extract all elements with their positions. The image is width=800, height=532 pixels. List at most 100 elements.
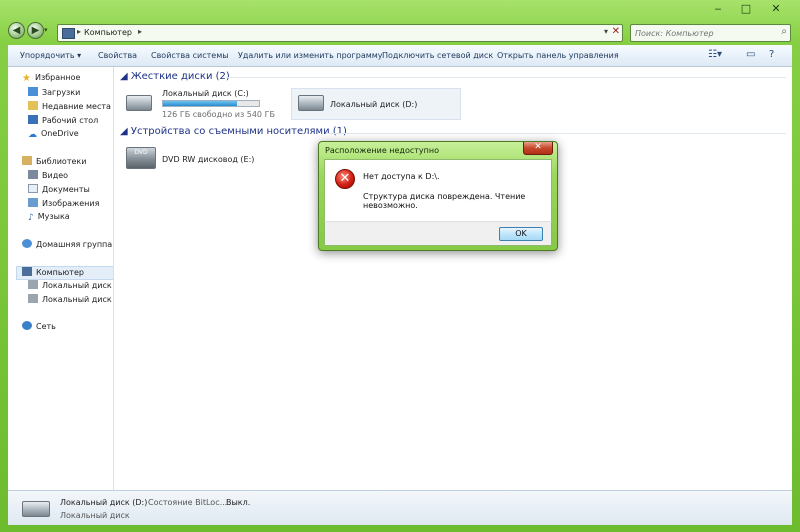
nav-desktop[interactable]: Рабочий стол [28,115,98,127]
removable-group-header[interactable]: ◢ Устройства со съемными носителями (1) [120,126,347,137]
homegroup-icon [22,239,32,248]
search-box[interactable]: ⌕ [630,24,791,42]
divider [226,77,786,78]
star-icon: ★ [22,73,31,84]
nav-onedrive-label: OneDrive [41,129,79,138]
divider [326,133,786,134]
status-drive-name: Локальный диск (D:) [60,498,148,507]
nav-videos[interactable]: Видео [28,170,68,182]
maximize-button[interactable]: □ [732,0,760,20]
nav-network[interactable]: Сеть [22,321,56,333]
hard-drive-icon [298,95,324,111]
nav-computer-label: Компьютер [36,268,84,277]
nav-pictures-label: Изображения [42,199,100,208]
libraries-icon [22,156,32,165]
stop-icon[interactable]: ✕ [612,26,620,37]
desktop-icon [28,115,38,124]
music-icon: ♪ [28,213,34,223]
nav-favorites-label: Избранное [34,73,81,82]
hdd-group-header[interactable]: ◢ Жесткие диски (2) [120,71,230,82]
nav-downloads[interactable]: Загрузки [28,87,80,99]
nav-pictures[interactable]: Изображения [28,198,99,210]
chevron-right-icon[interactable]: ▸ [138,27,142,36]
nav-network-label: Сеть [36,322,56,331]
system-properties-button[interactable]: Свойства системы [151,51,229,60]
error-dialog: Расположение недоступно ✕ ✕ Нет доступа … [318,141,558,251]
computer-icon [62,28,75,39]
drive-icon [28,294,38,303]
properties-button[interactable]: Свойства [98,51,137,60]
close-window-button[interactable]: ✕ [762,0,790,20]
chevron-right-icon[interactable]: ▸ [77,27,81,36]
nav-favorites[interactable]: ★ Избранное [22,73,80,85]
dialog-footer: OK [324,221,552,246]
nav-homegroup[interactable]: Домашняя группа [22,239,112,251]
hdd-group-label: Жесткие диски (2) [130,71,230,82]
nav-libraries-label: Библиотеки [36,157,87,166]
minimize-button[interactable]: ‒ [704,0,732,20]
drive-e-tile[interactable]: DVD DVD RW дисковод (E:) [126,145,286,177]
drive-icon [28,280,38,289]
nav-recent-places[interactable]: Недавние места [28,101,111,113]
error-message-line1: Нет доступа к D:\. [363,172,440,181]
uninstall-program-button[interactable]: Удалить или изменить программу [238,51,383,60]
drive-c-usage-bar [162,100,260,107]
nav-homegroup-label: Домашняя группа [36,240,113,249]
map-network-drive-button[interactable]: Подключить сетевой диск [382,51,493,60]
pictures-icon [28,198,38,207]
nav-drive-c[interactable]: Локальный диск (C [28,280,113,292]
nav-documents[interactable]: Документы [28,184,90,196]
drive-d-name: Локальный диск (D:) [330,100,418,109]
search-input[interactable] [631,25,779,41]
cloud-icon: ☁ [28,130,37,140]
drive-c-free: 126 ГБ свободно из 540 ГБ [162,110,275,119]
recent-pages-dropdown[interactable]: ▾ [44,26,52,34]
error-message-line2: Структура диска повреждена. Чтение невоз… [363,192,526,210]
ok-button[interactable]: OK [499,227,543,241]
nav-recent-places-label: Недавние места [42,102,111,111]
drives-view: ◢ Жесткие диски (2) Локальный диск (C:) … [114,67,792,490]
nav-music-label: Музыка [37,212,70,221]
navigation-pane: ★ Избранное Загрузки Недавние места Рабоч… [8,67,114,490]
recent-places-icon [28,101,38,110]
status-bitlocker-label: Состояние BitLoc... [148,498,228,507]
open-control-panel-button[interactable]: Открыть панель управления [497,51,619,60]
drive-c-name: Локальный диск (C:) [162,89,249,98]
error-icon: ✕ [335,169,355,189]
address-location[interactable]: Компьютер [84,28,132,37]
dvd-drive-icon: DVD [126,147,156,169]
organize-button[interactable]: Упорядочить ▾ [20,51,81,60]
nav-computer[interactable]: Компьютер [16,266,113,280]
nav-drive-d[interactable]: Локальный диск (D [28,294,113,306]
content-area: ★ Избранное Загрузки Недавние места Рабоч… [8,67,792,490]
explorer-window: ‒ □ ✕ ◀ ▶ ▾ ▸ Компьютер ▸ ▾ ✕ ⌕ Упорядоч… [0,0,800,532]
chevron-down-icon[interactable]: ▾ [604,27,608,36]
command-bar: Упорядочить ▾ Свойства Свойства системы … [8,45,792,67]
search-icon[interactable]: ⌕ [781,26,787,37]
view-options-icon[interactable]: ☷▾ [708,49,722,60]
nav-videos-label: Видео [42,171,69,180]
computer-icon [22,267,32,276]
documents-icon [28,184,38,193]
status-bitlocker-value: Выкл. [226,498,251,507]
nav-onedrive[interactable]: ☁ OneDrive [28,129,79,141]
status-drive-type: Локальный диск [60,511,130,520]
dialog-close-button[interactable]: ✕ [523,142,553,155]
downloads-icon [28,87,38,96]
nav-documents-label: Документы [42,185,90,194]
back-button[interactable]: ◀ [8,22,25,39]
drive-e-name: DVD RW дисковод (E:) [162,155,255,164]
drive-c-usage-fill [163,101,237,106]
network-icon [22,321,32,330]
removable-group-label: Устройства со съемными носителями (1) [130,126,347,137]
help-icon[interactable]: ? [769,49,774,60]
drive-c-tile[interactable]: Локальный диск (C:) 126 ГБ свободно из 5… [126,87,286,123]
nav-libraries[interactable]: Библиотеки [22,156,86,168]
title-bar: ‒ □ ✕ ◀ ▶ ▾ ▸ Компьютер ▸ ▾ ✕ ⌕ [0,0,800,42]
address-bar[interactable]: ▸ Компьютер ▸ ▾ ✕ [57,24,623,42]
drive-d-tile[interactable]: Локальный диск (D:) [291,88,461,120]
nav-music[interactable]: ♪ Музыка [28,212,70,224]
preview-pane-icon[interactable]: ▭ [746,49,755,60]
forward-button[interactable]: ▶ [27,22,44,39]
organize-label: Упорядочить [20,51,75,60]
